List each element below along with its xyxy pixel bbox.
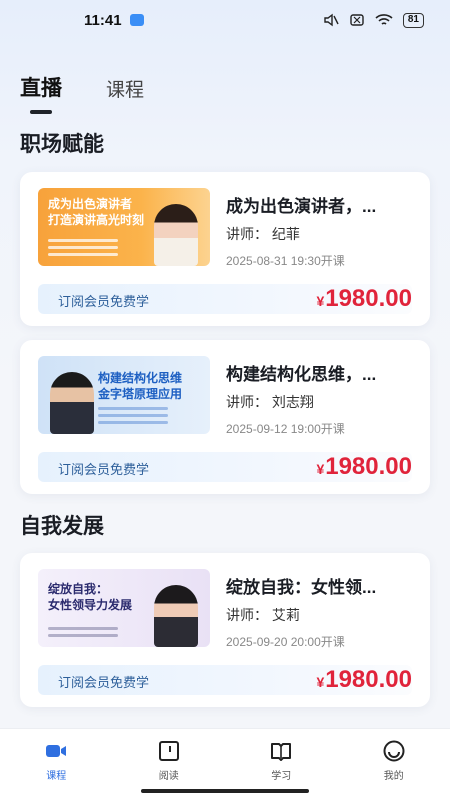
section-title-career: 职场赋能 [20, 131, 104, 156]
course-teacher: 讲师： 艾莉 [226, 607, 300, 623]
thumbnail-line: 成为出色演讲者 [48, 197, 133, 211]
price-value: 1980.00 [325, 666, 412, 693]
thumbnail-line: 女性领导力发展 [48, 598, 133, 612]
nav-label: 学习 [271, 771, 292, 782]
read-icon [158, 741, 179, 761]
course-teacher: 讲师： 刘志翔 [226, 394, 314, 410]
top-tabs: 直播 课程 [20, 72, 144, 114]
currency-symbol: ¥ [316, 674, 325, 690]
subscribe-bar[interactable]: 订阅会员免费学 ¥1980.00 [38, 284, 412, 314]
subscribe-bar[interactable]: 订阅会员免费学 ¥1980.00 [38, 452, 412, 482]
price-value: 1980.00 [325, 453, 412, 480]
subscribe-label: 订阅会员免费学 [58, 675, 150, 690]
mute-icon [324, 13, 339, 27]
battery-indicator: 81 [402, 12, 424, 28]
instructor-photo [154, 204, 198, 266]
nav-item-profile[interactable]: 我的 [338, 729, 450, 800]
course-price: ¥1980.00 [316, 453, 412, 481]
course-thumbnail: 成为出色演讲者 打造演讲高光时刻 [38, 188, 210, 266]
currency-symbol: ¥ [316, 293, 325, 309]
course-price: ¥1980.00 [316, 666, 412, 694]
thumbnail-text: 构建结构化思维 金字塔原理应用 [98, 370, 182, 402]
video-camera-icon [46, 745, 67, 757]
status-time: 11:41 [84, 11, 122, 29]
status-icons: 81 [323, 12, 424, 28]
home-indicator[interactable] [141, 789, 309, 793]
section-title-self-development: 自我发展 [20, 513, 104, 538]
course-thumbnail: 绽放自我： 女性领导力发展 [38, 569, 210, 647]
subscribe-label: 订阅会员免费学 [58, 294, 150, 309]
instructor-photo [154, 585, 198, 647]
thumbnail-line: 绽放自我： [48, 582, 109, 596]
nav-label: 阅读 [158, 771, 179, 782]
sim-off-icon [350, 14, 364, 26]
thumbnail-text: 成为出色演讲者 打造演讲高光时刻 [48, 196, 144, 228]
profile-icon [383, 740, 405, 762]
thumbnail-text: 绽放自我： 女性领导力发展 [48, 581, 132, 613]
nav-label: 我的 [383, 771, 404, 782]
subscribe-bar[interactable]: 订阅会员免费学 ¥1980.00 [38, 665, 412, 695]
course-title: 成为出色演讲者，... [226, 197, 377, 216]
subscribe-label: 订阅会员免费学 [58, 462, 150, 477]
course-teacher: 讲师： 纪菲 [226, 226, 300, 242]
course-price: ¥1980.00 [316, 285, 412, 313]
book-icon [271, 743, 292, 761]
course-title: 绽放自我：女性领... [226, 578, 377, 597]
thumbnail-line: 构建结构化思维 [98, 371, 183, 385]
course-card[interactable]: 成为出色演讲者 打造演讲高光时刻 成为出色演讲者，... 讲师： 纪菲 2025… [20, 172, 430, 326]
course-card[interactable]: 构建结构化思维 金字塔原理应用 构建结构化思维，... 讲师： 刘志翔 2025… [20, 340, 430, 494]
nav-item-courses[interactable]: 课程 [0, 729, 113, 800]
course-time: 2025-09-12 19:00开课 [226, 422, 345, 436]
thumbnail-line: 打造演讲高光时刻 [48, 213, 145, 227]
course-time: 2025-08-31 19:30开课 [226, 254, 345, 268]
thumbnail-line: 金字塔原理应用 [98, 387, 183, 401]
course-thumbnail: 构建结构化思维 金字塔原理应用 [38, 356, 210, 434]
wifi-icon [375, 14, 393, 25]
tab-courses[interactable]: 课程 [106, 75, 144, 102]
course-card[interactable]: 绽放自我： 女性领导力发展 绽放自我：女性领... 讲师： 艾莉 2025-09… [20, 553, 430, 707]
nav-label: 课程 [46, 771, 67, 782]
price-value: 1980.00 [325, 285, 412, 312]
tab-live[interactable]: 直播 [20, 72, 62, 114]
course-time: 2025-09-20 20:00开课 [226, 635, 345, 649]
status-bar: 11:41 81 [0, 0, 450, 40]
course-title: 构建结构化思维，... [226, 365, 377, 384]
instructor-photo [50, 372, 94, 434]
app-notification-icon [129, 14, 144, 26]
currency-symbol: ¥ [316, 461, 325, 477]
